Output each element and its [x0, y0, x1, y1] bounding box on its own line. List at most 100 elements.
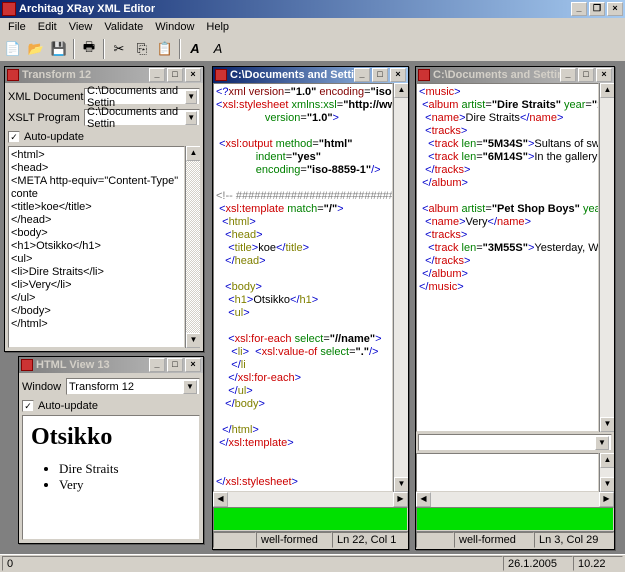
scroll-down-icon[interactable]: ▼ — [186, 333, 200, 348]
window-combo-value: Transform 12 — [69, 381, 134, 393]
child-max-button[interactable]: □ — [578, 68, 594, 82]
window-icon — [7, 69, 19, 81]
scrollbar-h[interactable]: ◀ ▶ — [416, 492, 614, 507]
editor2-combo[interactable]: ▼ — [418, 434, 612, 451]
scroll-up-icon[interactable]: ▲ — [186, 146, 200, 161]
window-label: Window — [22, 381, 66, 393]
status-wellformed: well-formed — [256, 532, 332, 548]
htmlview-titlebar[interactable]: HTML View 13 _ □ × — [19, 357, 203, 373]
auto-update-label: Auto-update — [38, 400, 98, 412]
paste-button[interactable]: 📋 — [154, 38, 176, 60]
child-max-button[interactable]: □ — [167, 358, 183, 372]
cut-button[interactable]: ✂ — [108, 38, 130, 60]
menubar: File Edit View Validate Window Help — [0, 18, 625, 36]
close-button[interactable]: × — [607, 2, 623, 16]
child-min-button[interactable]: _ — [149, 68, 165, 82]
child-close-button[interactable]: × — [596, 68, 612, 82]
menu-view[interactable]: View — [63, 19, 99, 35]
menu-validate[interactable]: Validate — [98, 19, 149, 35]
menu-help[interactable]: Help — [200, 19, 235, 35]
auto-update-checkbox[interactable]: ✓ — [22, 400, 34, 412]
child-close-button[interactable]: × — [185, 358, 201, 372]
transform-titlebar[interactable]: Transform 12 _ □ × — [5, 67, 203, 83]
window-combo[interactable]: Transform 12 ▼ — [66, 378, 200, 395]
status-left: 0 — [2, 556, 503, 571]
htmlview-title: HTML View 13 — [36, 359, 149, 371]
scroll-right-icon[interactable]: ▶ — [393, 492, 408, 507]
menu-file[interactable]: File — [2, 19, 32, 35]
editor2-title: C:\Documents and Settings\O... — [433, 69, 560, 81]
scroll-down-icon[interactable]: ▼ — [600, 417, 614, 432]
auto-update-label: Auto-update — [24, 131, 84, 143]
status-time: 10.22 — [573, 556, 623, 571]
child-max-button[interactable]: □ — [372, 68, 388, 82]
scrollbar-v[interactable]: ▲ ▼ — [185, 146, 200, 348]
new-button[interactable]: 📄 — [2, 38, 24, 60]
transform-window: Transform 12 _ □ × XML Document C:\Docum… — [4, 66, 204, 352]
editor1-titlebar[interactable]: C:\Documents and Settings\O... _ □ × — [213, 67, 408, 83]
dropdown-arrow-icon[interactable]: ▼ — [185, 90, 197, 104]
editor1-window: C:\Documents and Settings\O... _ □ × <?x… — [212, 66, 409, 550]
app-title: Architag XRay XML Editor — [19, 3, 571, 15]
dropdown-arrow-icon[interactable]: ▼ — [595, 436, 609, 450]
scrollbar-v[interactable]: ▲ ▼ — [393, 83, 408, 492]
child-close-button[interactable]: × — [185, 68, 201, 82]
auto-update-checkbox[interactable]: ✓ — [8, 131, 20, 143]
child-min-button[interactable]: _ — [560, 68, 576, 82]
editor1-title: C:\Documents and Settings\O... — [230, 69, 354, 81]
scrollbar-h[interactable]: ◀ ▶ — [213, 492, 408, 507]
xml-doc-label: XML Document — [8, 91, 84, 103]
minimize-button[interactable]: _ — [571, 2, 587, 16]
scroll-up-icon[interactable]: ▲ — [600, 83, 614, 98]
scroll-down-icon[interactable]: ▼ — [600, 477, 614, 492]
status-cursor: Ln 22, Col 1 — [332, 532, 408, 548]
dropdown-arrow-icon[interactable]: ▼ — [183, 380, 197, 394]
save-button[interactable]: 💾 — [48, 38, 70, 60]
scroll-left-icon[interactable]: ◀ — [416, 492, 431, 507]
toolbar: 📄 📂 💾 🖶 ✂ ⎘ 📋 A A — [0, 36, 625, 62]
main-statusbar: 0 26.1.2005 10.22 — [0, 554, 625, 572]
validation-bar — [416, 507, 614, 531]
font-button[interactable]: A — [184, 38, 206, 60]
list-item: Dire Straits — [59, 461, 191, 477]
mdi-client: Transform 12 _ □ × XML Document C:\Docum… — [0, 62, 625, 554]
status-date: 26.1.2005 — [503, 556, 573, 571]
validation-bar — [213, 507, 408, 531]
xslt-editor[interactable]: <?xml version="1.0" encoding="iso-8859- … — [213, 83, 393, 492]
restore-button[interactable]: ❐ — [589, 2, 605, 16]
editor2-window: C:\Documents and Settings\O... _ □ × <mu… — [415, 66, 615, 550]
child-min-button[interactable]: _ — [149, 358, 165, 372]
child-max-button[interactable]: □ — [167, 68, 183, 82]
transform-title: Transform 12 — [22, 69, 149, 81]
xml-doc-combo[interactable]: C:\Documents and Settin ▼ — [84, 88, 200, 105]
window-icon — [21, 359, 33, 371]
print-button[interactable]: 🖶 — [78, 38, 100, 60]
transform-output[interactable]: <html><head><META http-equiv="Content-Ty… — [8, 146, 185, 348]
menu-edit[interactable]: Edit — [32, 19, 63, 35]
child-min-button[interactable]: _ — [354, 68, 370, 82]
child-close-button[interactable]: × — [390, 68, 406, 82]
editor2-panel — [416, 453, 599, 492]
main-titlebar: Architag XRay XML Editor _ ❐ × — [0, 0, 625, 18]
style-button[interactable]: A — [207, 38, 229, 60]
preview-heading: Otsikko — [31, 424, 191, 451]
scroll-right-icon[interactable]: ▶ — [599, 492, 614, 507]
window-icon — [418, 69, 430, 81]
scroll-left-icon[interactable]: ◀ — [213, 492, 228, 507]
scroll-up-icon[interactable]: ▲ — [600, 453, 614, 468]
xslt-combo[interactable]: C:\Documents and Settin ▼ — [84, 109, 200, 126]
editor2-titlebar[interactable]: C:\Documents and Settings\O... _ □ × — [416, 67, 614, 83]
scrollbar-v[interactable]: ▲ ▼ — [599, 453, 614, 492]
xslt-label: XSLT Program — [8, 112, 84, 124]
scroll-up-icon[interactable]: ▲ — [394, 83, 408, 98]
dropdown-arrow-icon[interactable]: ▼ — [185, 111, 197, 125]
status-wellformed: well-formed — [454, 532, 534, 548]
htmlview-window: HTML View 13 _ □ × Window Transform 12 ▼… — [18, 356, 204, 544]
scroll-down-icon[interactable]: ▼ — [394, 477, 408, 492]
open-button[interactable]: 📂 — [25, 38, 47, 60]
xml-editor[interactable]: <music> <album artist="Dire Straits" yea… — [416, 83, 599, 432]
copy-button[interactable]: ⎘ — [131, 38, 153, 60]
scrollbar-v[interactable]: ▲ ▼ — [599, 83, 614, 432]
menu-window[interactable]: Window — [149, 19, 200, 35]
window-icon — [215, 69, 227, 81]
